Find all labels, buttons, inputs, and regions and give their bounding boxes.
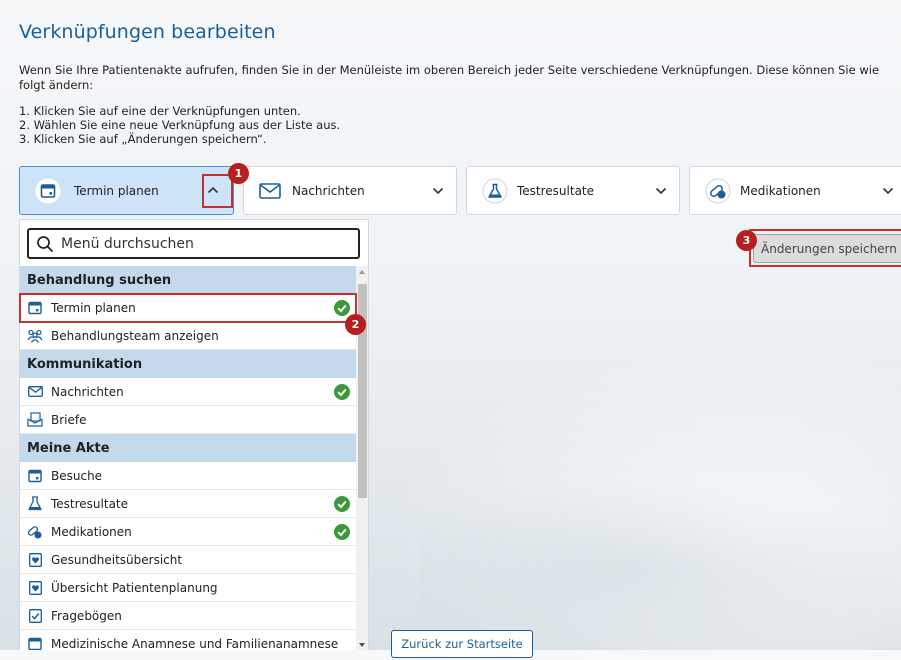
pills-icon	[27, 524, 43, 540]
shortcut-nachrichten[interactable]: Nachrichten	[243, 166, 457, 215]
chevron-down-icon[interactable]	[878, 181, 898, 201]
calendar-icon	[27, 468, 43, 484]
step-marker-1: 1	[228, 163, 249, 184]
flask-icon	[481, 177, 509, 205]
list-item-label: Übersicht Patientenplanung	[51, 580, 218, 595]
flask-icon	[27, 496, 43, 512]
step-1: 1. Klicken Sie auf eine der Verknüpfunge…	[19, 104, 301, 118]
search-box[interactable]	[27, 228, 360, 259]
letters-icon	[27, 412, 43, 428]
list-item-label: Nachrichten	[51, 384, 124, 399]
checklist-icon	[27, 608, 43, 624]
health-summary-icon	[27, 552, 43, 568]
list-item-label: Gesundheitsübersicht	[51, 552, 183, 567]
calendar-icon	[27, 636, 43, 651]
envelope-icon	[256, 177, 284, 205]
highlight-box-chevron	[202, 174, 233, 208]
list-item-label: Behandlungsteam anzeigen	[51, 328, 219, 343]
page-title: Verknüpfungen bearbeiten	[19, 21, 276, 43]
list-item-briefe[interactable]: Briefe	[20, 406, 356, 434]
step-marker-3: 3	[736, 230, 757, 251]
shortcut-list: Behandlung suchen Termin planen Behandlu…	[20, 266, 356, 650]
list-item-behandlungsteam[interactable]: Behandlungsteam anzeigen	[20, 322, 356, 350]
instruction-steps: 1. Klicken Sie auf eine der Verknüpfunge…	[19, 104, 340, 146]
shortcut-testresultate[interactable]: Testresultate	[466, 166, 680, 215]
list-item-uebersicht-patientenplanung[interactable]: Übersicht Patientenplanung	[20, 574, 356, 602]
list-item-besuche[interactable]: Besuche	[20, 462, 356, 490]
pills-icon	[704, 177, 732, 205]
calendar-icon	[34, 177, 62, 205]
chevron-down-icon[interactable]	[651, 181, 671, 201]
category-meine-akte: Meine Akte	[20, 434, 356, 462]
list-item-medizinische-anamnese[interactable]: Medizinische Anamnese und Familienanamne…	[20, 630, 356, 650]
shortcut-label: Testresultate	[517, 183, 595, 198]
scroll-down-arrow-icon[interactable]	[359, 643, 365, 647]
list-item-label: Fragebögen	[51, 608, 122, 623]
shortcut-label: Nachrichten	[292, 183, 365, 198]
health-summary-icon	[27, 580, 43, 596]
list-item-gesundheitsuebersicht[interactable]: Gesundheitsübersicht	[20, 546, 356, 574]
list-item-medikationen[interactable]: Medikationen	[20, 518, 356, 546]
shortcut-label: Termin planen	[74, 183, 159, 198]
step-3: 3. Klicken Sie auf „Änderungen speichern…	[19, 132, 267, 146]
category-kommunikation: Kommunikation	[20, 350, 356, 378]
list-item-label: Medikationen	[51, 524, 132, 539]
highlight-box-termin-planen	[19, 293, 357, 323]
back-to-home-button[interactable]: Zurück zur Startseite	[391, 630, 533, 658]
scroll-up-arrow-icon[interactable]	[359, 270, 365, 274]
checkmark-icon	[334, 496, 350, 512]
list-item-label: Testresultate	[51, 496, 129, 511]
category-behandlung-suchen: Behandlung suchen	[20, 266, 356, 294]
step-marker-2: 2	[345, 314, 366, 335]
list-item-testresultate[interactable]: Testresultate	[20, 490, 356, 518]
checkmark-icon	[334, 524, 350, 540]
shortcut-medikationen[interactable]: Medikationen	[689, 166, 901, 215]
highlight-box-save	[749, 229, 901, 267]
envelope-icon	[27, 384, 43, 400]
list-item-label: Briefe	[51, 412, 87, 427]
list-item-label: Besuche	[51, 468, 103, 483]
list-item-frageboegen[interactable]: Fragebögen	[20, 602, 356, 630]
shortcut-dropdown: Behandlung suchen Termin planen Behandlu…	[19, 219, 369, 650]
checkmark-icon	[334, 384, 350, 400]
step-2: 2. Wählen Sie eine neue Verknüpfung aus …	[19, 118, 341, 132]
list-item-nachrichten[interactable]: Nachrichten	[20, 378, 356, 406]
list-item-label: Medizinische Anamnese und Familienanamne…	[51, 636, 339, 651]
team-icon	[27, 328, 43, 344]
intro-text: Wenn Sie Ihre Patientenakte aufrufen, fi…	[19, 63, 880, 92]
shortcut-label: Medikationen	[740, 183, 821, 198]
search-input[interactable]	[59, 234, 339, 253]
chevron-down-icon[interactable]	[428, 181, 448, 201]
search-icon	[36, 235, 54, 253]
